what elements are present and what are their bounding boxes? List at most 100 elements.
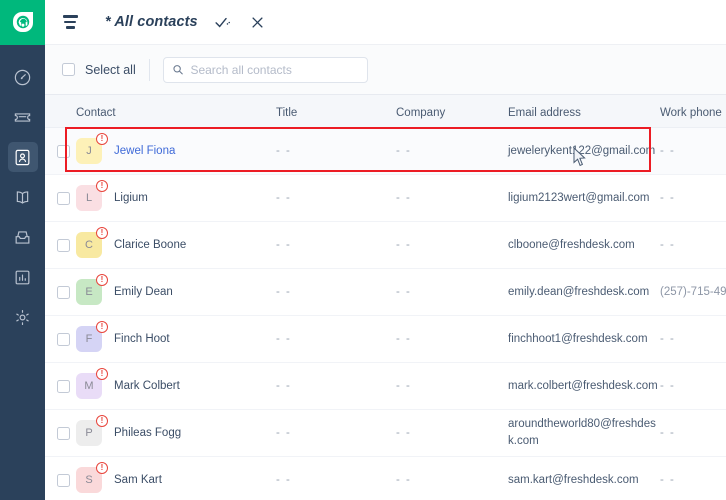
row-checkbox-cell <box>45 332 76 346</box>
search-box[interactable] <box>162 56 368 83</box>
title-value: - - <box>276 239 292 251</box>
column-header-company[interactable]: Company <box>396 107 508 119</box>
company-cell: - - <box>396 427 508 439</box>
select-all-control[interactable]: Select all <box>62 63 136 77</box>
select-all-checkbox[interactable] <box>62 63 75 76</box>
sidebar-item-tickets[interactable] <box>8 102 38 132</box>
toolbar-divider <box>148 58 150 81</box>
sidebar-item-inbox[interactable] <box>8 222 38 252</box>
work-phone-cell: (257)-715-491 <box>660 286 726 298</box>
email-cell: clboone@freshdesk.com <box>508 237 660 254</box>
contact-cell[interactable]: S! Sam Kart <box>76 462 276 493</box>
company-cell: - - <box>396 192 508 204</box>
email-value: jewelerykent122@gmail.com <box>508 144 656 157</box>
left-navigation-rail <box>0 0 45 500</box>
avatar: E! <box>76 274 108 305</box>
avatar: S! <box>76 462 108 493</box>
sidebar-item-knowledge-base[interactable] <box>8 182 38 212</box>
work-phone-cell: - - <box>660 333 726 345</box>
sidebar-item-admin[interactable] <box>8 302 38 332</box>
hamburger-menu-icon[interactable] <box>53 15 87 29</box>
table-row[interactable]: E! Emily Dean - - - - emily.dean@freshdesk.c… <box>45 269 726 316</box>
column-header-email[interactable]: Email address <box>508 107 660 119</box>
title-value: - - <box>276 145 292 157</box>
contact-name-link[interactable]: Jewel Fiona <box>114 145 175 157</box>
work-phone-value: - - <box>660 192 676 204</box>
email-value: mark.colbert@freshdesk.com <box>508 379 658 392</box>
title-value: - - <box>276 286 292 298</box>
title-value: - - <box>276 192 292 204</box>
contact-cell[interactable]: M! Mark Colbert <box>76 368 276 399</box>
title-cell: - - <box>276 192 396 204</box>
work-phone-cell: - - <box>660 474 726 486</box>
check-apply-icon[interactable] <box>214 13 232 31</box>
row-checkbox[interactable] <box>57 285 70 299</box>
work-phone-value: (257)-715-491 <box>660 286 726 298</box>
row-checkbox[interactable] <box>57 332 70 346</box>
select-all-label: Select all <box>85 62 136 77</box>
contact-name-link[interactable]: Phileas Fogg <box>114 427 181 439</box>
close-icon[interactable] <box>249 13 267 31</box>
title-cell: - - <box>276 380 396 392</box>
work-phone-value: - - <box>660 333 676 345</box>
sidebar-item-reports[interactable] <box>8 262 38 292</box>
company-value: - - <box>396 239 412 251</box>
ticket-icon <box>14 112 31 122</box>
avatar: J! <box>76 133 108 164</box>
bar-chart-icon <box>15 270 30 284</box>
sidebar-item-dashboard[interactable] <box>8 62 38 92</box>
contact-cell[interactable]: C! Clarice Boone <box>76 227 276 258</box>
table-row[interactable]: L! Ligium - - - - ligium2123wert@gmail.com - … <box>45 175 726 222</box>
contact-cell[interactable]: J! Jewel Fiona <box>76 133 276 164</box>
headset-logo-icon <box>12 11 33 32</box>
row-checkbox[interactable] <box>57 473 70 487</box>
title-cell: - - <box>276 474 396 486</box>
row-checkbox[interactable] <box>57 144 70 158</box>
company-cell: - - <box>396 333 508 345</box>
search-input[interactable] <box>190 62 359 77</box>
contact-cell[interactable]: F! Finch Hoot <box>76 321 276 352</box>
contact-cell[interactable]: E! Emily Dean <box>76 274 276 305</box>
company-value: - - <box>396 333 412 345</box>
column-header-contact[interactable]: Contact <box>76 107 276 119</box>
open-book-icon <box>16 190 29 204</box>
row-checkbox[interactable] <box>57 238 70 252</box>
email-value: aroundtheworld80@freshdesk.com <box>508 418 656 447</box>
app-logo[interactable] <box>0 0 45 45</box>
work-phone-value: - - <box>660 380 676 392</box>
company-value: - - <box>396 286 412 298</box>
contact-cell[interactable]: L! Ligium <box>76 180 276 211</box>
contact-name-link[interactable]: Ligium <box>114 192 148 204</box>
column-header-title[interactable]: Title <box>276 107 396 119</box>
contact-name-link[interactable]: Finch Hoot <box>114 333 170 345</box>
title-cell: - - <box>276 333 396 345</box>
alert-badge-icon: ! <box>96 227 108 239</box>
company-cell: - - <box>396 286 508 298</box>
row-checkbox-cell <box>45 379 76 393</box>
contact-name-link[interactable]: Mark Colbert <box>114 380 180 392</box>
table-body: J! Jewel Fiona - - - - jewelerykent122@gmail… <box>45 128 726 500</box>
column-header-work-phone[interactable]: Work phone <box>660 107 726 119</box>
work-phone-value: - - <box>660 239 676 251</box>
contacts-table: Contact Title Company Email address Work… <box>45 95 726 500</box>
row-checkbox-cell <box>45 473 76 487</box>
contact-cell[interactable]: P! Phileas Fogg <box>76 415 276 446</box>
table-row[interactable]: M! Mark Colbert - -- - mark.colbert@freshde… <box>45 363 726 410</box>
inbox-tray-icon <box>15 230 30 244</box>
row-checkbox-cell <box>45 285 76 299</box>
sidebar-item-contacts[interactable] <box>7 142 38 172</box>
table-row[interactable]: C! Clarice Boone - - - - clboone@freshdesk.c… <box>45 222 726 269</box>
table-row[interactable]: S! Sam Kart - - - - sam.kart@freshdesk.com - … <box>45 457 726 500</box>
view-actions <box>214 13 267 31</box>
contact-name-link[interactable]: Emily Dean <box>114 286 173 298</box>
email-value: sam.kart@freshdesk.com <box>508 473 639 486</box>
row-checkbox[interactable] <box>57 426 70 440</box>
contact-name-link[interactable]: Sam Kart <box>114 474 162 486</box>
contact-name-link[interactable]: Clarice Boone <box>114 239 186 251</box>
table-row[interactable]: P! Phileas Fogg - - - - aroundtheworld80@fre… <box>45 410 726 457</box>
table-row[interactable]: F! Finch Hoot - - - - finchhoot1@freshdesk.c… <box>45 316 726 363</box>
row-checkbox[interactable] <box>57 191 70 205</box>
table-row[interactable]: J! Jewel Fiona - - - - jewelerykent122@gmail… <box>45 128 726 175</box>
row-checkbox[interactable] <box>57 379 70 393</box>
row-checkbox-cell <box>45 144 76 158</box>
